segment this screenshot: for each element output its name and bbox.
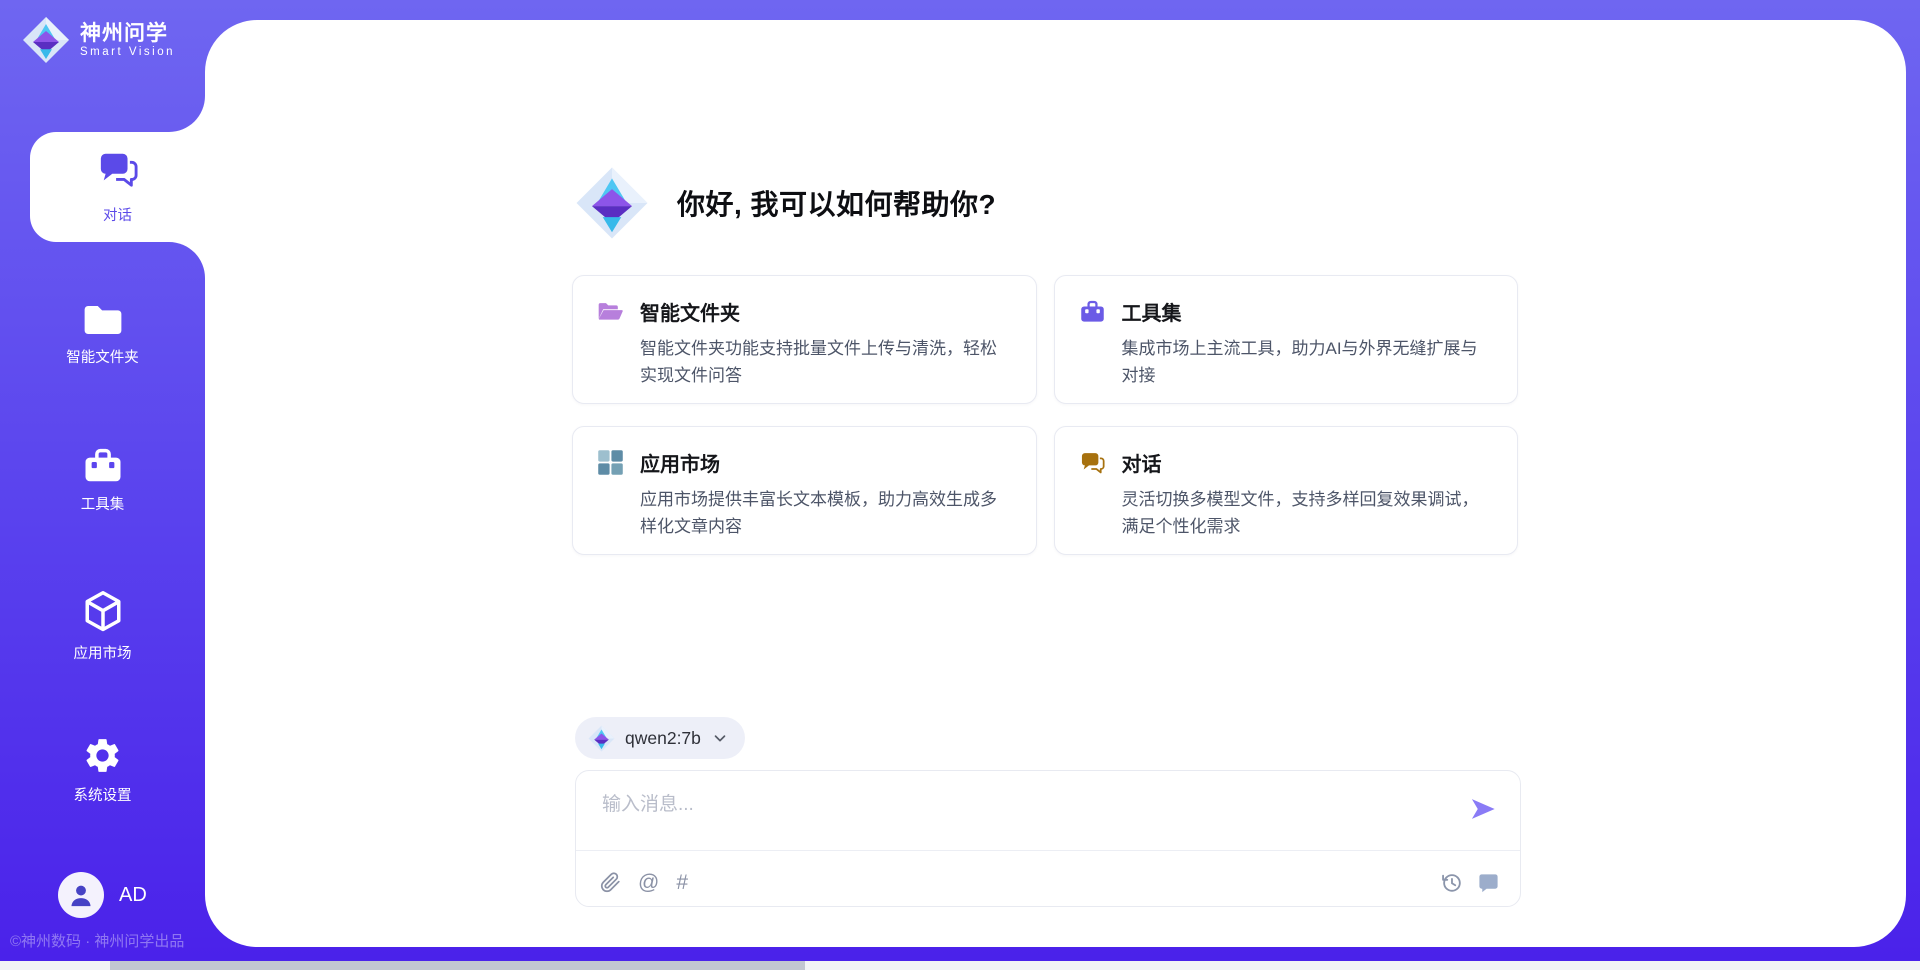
paperclip-icon — [600, 872, 621, 893]
sidebar-item-smart-folder[interactable]: 智能文件夹 — [0, 302, 205, 367]
brand-diamond-icon — [588, 725, 615, 752]
send-button[interactable] — [1468, 795, 1498, 825]
hashtag-button[interactable]: # — [676, 872, 688, 893]
message-composer: @ # — [575, 770, 1521, 907]
sidebar-item-app-market[interactable]: 应用市场 — [0, 590, 205, 663]
conversation-button[interactable] — [1477, 871, 1500, 894]
brand-diamond-icon — [575, 166, 649, 240]
sidebar-item-settings[interactable]: 系统设置 — [0, 735, 205, 805]
card-chat[interactable]: 对话 灵活切换多模型文件，支持多样回复效果调试，满足个性化需求 — [1054, 426, 1519, 555]
app-title: 神州问学 — [80, 22, 175, 46]
composer-divider — [576, 850, 1520, 851]
sidebar-item-toolset[interactable]: 工具集 — [0, 446, 205, 514]
grid-icon — [597, 449, 624, 476]
person-icon — [67, 881, 95, 909]
mention-button[interactable]: @ — [638, 872, 659, 893]
card-app-market[interactable]: 应用市场 应用市场提供丰富长文本模板，助力高效生成多样化文章内容 — [572, 426, 1037, 555]
sidebar-item-chat[interactable]: 对话 — [30, 132, 205, 242]
history-icon — [1440, 871, 1463, 894]
user-name: AD — [119, 884, 147, 907]
model-selector[interactable]: qwen2:7b — [575, 717, 745, 759]
comment-icon — [1477, 871, 1500, 894]
sidebar-item-label: 应用市场 — [0, 642, 205, 663]
avatar — [58, 872, 104, 918]
chat-bubbles-icon — [1079, 449, 1106, 476]
send-icon — [1469, 795, 1497, 823]
composer-toolbar: @ # — [600, 872, 688, 893]
app-subtitle: Smart Vision — [80, 46, 175, 58]
tab-fillet-bottom — [169, 242, 205, 278]
copyright-text: ©神州数码 · 神州问学出品 — [10, 930, 184, 951]
chevron-down-icon — [711, 729, 729, 747]
card-title: 智能文件夹 — [640, 297, 740, 326]
history-button[interactable] — [1440, 871, 1463, 894]
brand-diamond-icon — [22, 16, 70, 64]
horizontal-scrollbar-track — [0, 961, 1920, 970]
horizontal-scrollbar-thumb[interactable] — [110, 961, 805, 970]
card-title: 工具集 — [1122, 297, 1182, 326]
briefcase-icon — [1079, 298, 1106, 325]
app-logo: 神州问学 Smart Vision — [22, 16, 175, 64]
hash-icon: # — [676, 872, 688, 893]
main-panel: 你好, 我可以如何帮助你? 智能文件夹 智能文件夹功能支持批量文件上传与清洗，轻… — [205, 20, 1906, 947]
cube-icon — [82, 590, 124, 634]
gear-icon — [82, 735, 123, 776]
sidebar-item-label: 系统设置 — [0, 784, 205, 805]
tab-fillet-top — [169, 96, 205, 132]
user-account[interactable]: AD — [58, 872, 147, 918]
card-title: 应用市场 — [640, 448, 720, 477]
attach-file-button[interactable] — [600, 872, 621, 893]
folder-icon — [82, 302, 124, 338]
card-description: 应用市场提供丰富长文本模板，助力高效生成多样化文章内容 — [640, 486, 1012, 540]
sidebar-item-label: 工具集 — [0, 493, 205, 514]
card-description: 智能文件夹功能支持批量文件上传与清洗，轻松实现文件问答 — [640, 335, 1012, 389]
sidebar-item-label: 对话 — [103, 204, 132, 225]
message-input[interactable] — [602, 789, 1442, 845]
card-description: 集成市场上主流工具，助力AI与外界无缝扩展与对接 — [1122, 335, 1494, 389]
card-smart-folder[interactable]: 智能文件夹 智能文件夹功能支持批量文件上传与清洗，轻松实现文件问答 — [572, 275, 1037, 404]
composer-right-actions — [1440, 871, 1500, 894]
chat-icon — [96, 149, 140, 189]
card-toolset[interactable]: 工具集 集成市场上主流工具，助力AI与外界无缝扩展与对接 — [1054, 275, 1519, 404]
toolbox-icon — [82, 446, 124, 485]
feature-cards: 智能文件夹 智能文件夹功能支持批量文件上传与清洗，轻松实现文件问答 工具集 集成… — [572, 275, 1518, 555]
sidebar-item-label: 智能文件夹 — [0, 346, 205, 367]
greeting-text: 你好, 我可以如何帮助你? — [677, 183, 996, 223]
model-name: qwen2:7b — [625, 728, 701, 749]
card-description: 灵活切换多模型文件，支持多样回复效果调试，满足个性化需求 — [1122, 486, 1494, 540]
folder-open-icon — [597, 298, 624, 325]
card-title: 对话 — [1122, 448, 1162, 477]
greeting: 你好, 我可以如何帮助你? — [575, 166, 996, 240]
mention-icon: @ — [638, 872, 659, 893]
